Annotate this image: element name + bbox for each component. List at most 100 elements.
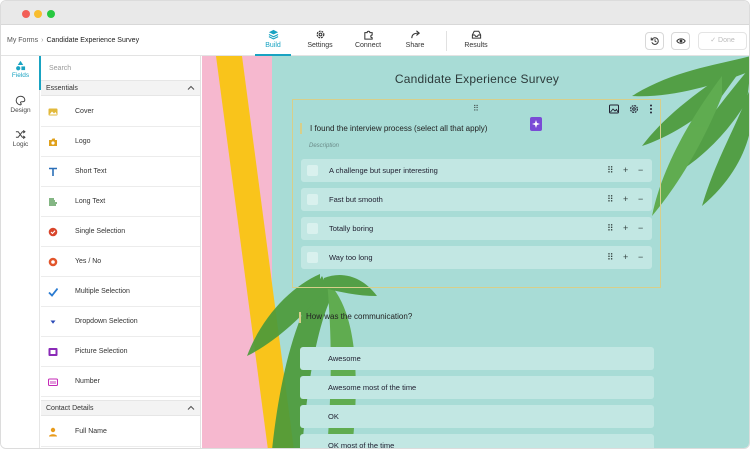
tab-build-label: Build: [265, 42, 281, 49]
breadcrumb-my-forms[interactable]: My Forms: [7, 37, 38, 44]
remove-option-icon[interactable]: −: [638, 165, 643, 175]
left-rail: Fields Design Logic: [1, 56, 41, 448]
shapes-icon: [16, 60, 26, 71]
paragraph-icon: [49, 198, 57, 206]
shuffle-icon: [15, 129, 26, 140]
rail-item-fields-label: Fields: [11, 72, 30, 79]
rail-item-fields[interactable]: Fields: [1, 60, 40, 79]
minimize-window-button[interactable]: [34, 10, 42, 18]
field-item-single-selection[interactable]: Single Selection: [41, 217, 200, 247]
option-row[interactable]: OK: [300, 405, 654, 428]
tab-connect[interactable]: Connect: [351, 29, 385, 56]
drag-handle-icon[interactable]: ⠿: [473, 104, 479, 113]
tab-settings[interactable]: Settings: [303, 29, 337, 56]
field-item-full-name[interactable]: Full Name: [41, 417, 200, 447]
sparkle-icon: [532, 120, 540, 128]
tab-share-label: Share: [405, 42, 425, 49]
field-label: Cover: [75, 108, 94, 115]
image-icon[interactable]: [609, 104, 619, 114]
option-checkbox[interactable]: [307, 194, 318, 205]
option-label[interactable]: Fast but smooth: [329, 195, 383, 204]
option-row[interactable]: Awesome most of the time: [300, 376, 654, 399]
add-option-icon[interactable]: +: [623, 165, 628, 175]
question-title[interactable]: How was the communication?: [306, 312, 412, 321]
question-title[interactable]: I found the interview process (select al…: [310, 124, 487, 133]
option-row[interactable]: Fast but smooth ⠿ + −: [301, 188, 652, 211]
app-window: My Forms › Candidate Experience Survey Bui…: [0, 0, 750, 449]
more-vertical-icon[interactable]: [648, 104, 654, 114]
question-description[interactable]: Description: [309, 143, 339, 149]
chevron-up-icon[interactable]: [187, 84, 195, 92]
tab-results[interactable]: Results: [459, 29, 493, 56]
option-row[interactable]: A challenge but super interesting ⠿ + −: [301, 159, 652, 182]
field-item-picture-selection[interactable]: Picture Selection: [41, 337, 200, 367]
field-item-yes-no[interactable]: Yes / No: [41, 247, 200, 277]
tab-build[interactable]: Build: [255, 29, 291, 56]
drag-handle-icon[interactable]: ⠿: [607, 194, 614, 205]
drag-handle-icon[interactable]: ⠿: [607, 165, 614, 176]
breadcrumb-separator: ›: [41, 37, 44, 44]
gear-icon[interactable]: [629, 104, 639, 114]
field-item-long-text[interactable]: Long Text: [41, 187, 200, 217]
option-checkbox[interactable]: [307, 252, 318, 263]
preview-button[interactable]: [671, 32, 690, 50]
option-label[interactable]: Totally boring: [329, 224, 373, 233]
option-label[interactable]: OK: [328, 412, 339, 421]
field-item-dropdown-selection[interactable]: Dropdown Selection: [41, 307, 200, 337]
field-item-short-text[interactable]: Short Text: [41, 157, 200, 187]
form-title[interactable]: Candidate Experience Survey: [282, 72, 672, 86]
rail-item-logic[interactable]: Logic: [1, 129, 40, 148]
eye-icon: [676, 38, 686, 44]
add-option-icon[interactable]: +: [623, 194, 628, 204]
option-label[interactable]: Awesome: [328, 354, 361, 363]
chevron-up-icon[interactable]: [187, 404, 195, 412]
rail-item-design[interactable]: Design: [1, 95, 40, 114]
history-button[interactable]: [645, 32, 664, 50]
palette-icon: [15, 95, 26, 106]
dropdown-caret-icon: [50, 320, 56, 324]
section-essentials[interactable]: Essentials: [41, 80, 200, 96]
option-label[interactable]: Way too long: [329, 253, 373, 262]
tab-share[interactable]: Share: [399, 29, 431, 56]
field-item-multiple-selection[interactable]: Multiple Selection: [41, 277, 200, 307]
option-checkbox[interactable]: [307, 165, 318, 176]
tab-settings-label: Settings: [307, 42, 333, 49]
maximize-window-button[interactable]: [47, 10, 55, 18]
field-item-number[interactable]: Number: [41, 367, 200, 397]
breadcrumb-current-form: Candidate Experience Survey: [46, 37, 140, 44]
option-row[interactable]: Way too long ⠿ + −: [301, 246, 652, 269]
option-label[interactable]: Awesome most of the time: [328, 383, 416, 392]
option-row[interactable]: Totally boring ⠿ + −: [301, 217, 652, 240]
fields-panel: Search Essentials Cover Logo Short Text …: [41, 56, 201, 448]
gear-icon: [316, 30, 324, 39]
remove-option-icon[interactable]: −: [638, 252, 643, 262]
option-label[interactable]: A challenge but super interesting: [329, 166, 438, 175]
ai-assist-button[interactable]: [530, 117, 542, 131]
field-item-logo[interactable]: Logo: [41, 127, 200, 157]
drag-handle-icon[interactable]: ⠿: [607, 252, 614, 263]
tab-results-label: Results: [464, 42, 488, 49]
option-row[interactable]: OK most of the time: [300, 434, 654, 448]
option-label[interactable]: OK most of the time: [328, 441, 394, 448]
close-window-button[interactable]: [22, 10, 30, 18]
drag-handle-icon[interactable]: ⠿: [607, 223, 614, 234]
field-label: Dropdown Selection: [75, 318, 138, 325]
question-marker: [300, 123, 302, 134]
done-button[interactable]: ✓ Done: [698, 32, 747, 50]
add-option-icon[interactable]: +: [623, 252, 628, 262]
section-essentials-title: Essentials: [46, 85, 78, 92]
option-row[interactable]: Awesome: [300, 347, 654, 370]
radio-check-icon: [48, 227, 58, 237]
section-contact-details[interactable]: Contact Details: [41, 400, 200, 416]
field-label: Picture Selection: [75, 348, 128, 355]
option-checkbox[interactable]: [307, 223, 318, 234]
add-option-icon[interactable]: +: [623, 223, 628, 233]
field-search-input[interactable]: Search: [41, 60, 200, 80]
number-icon: [48, 378, 58, 387]
remove-option-icon[interactable]: −: [638, 194, 643, 204]
question-card-selected[interactable]: ⠿ I found the interview process (select …: [292, 99, 661, 288]
logo-icon: [49, 138, 57, 146]
remove-option-icon[interactable]: −: [638, 223, 643, 233]
section-contact-details-title: Contact Details: [46, 405, 94, 412]
field-item-cover[interactable]: Cover: [41, 97, 200, 127]
